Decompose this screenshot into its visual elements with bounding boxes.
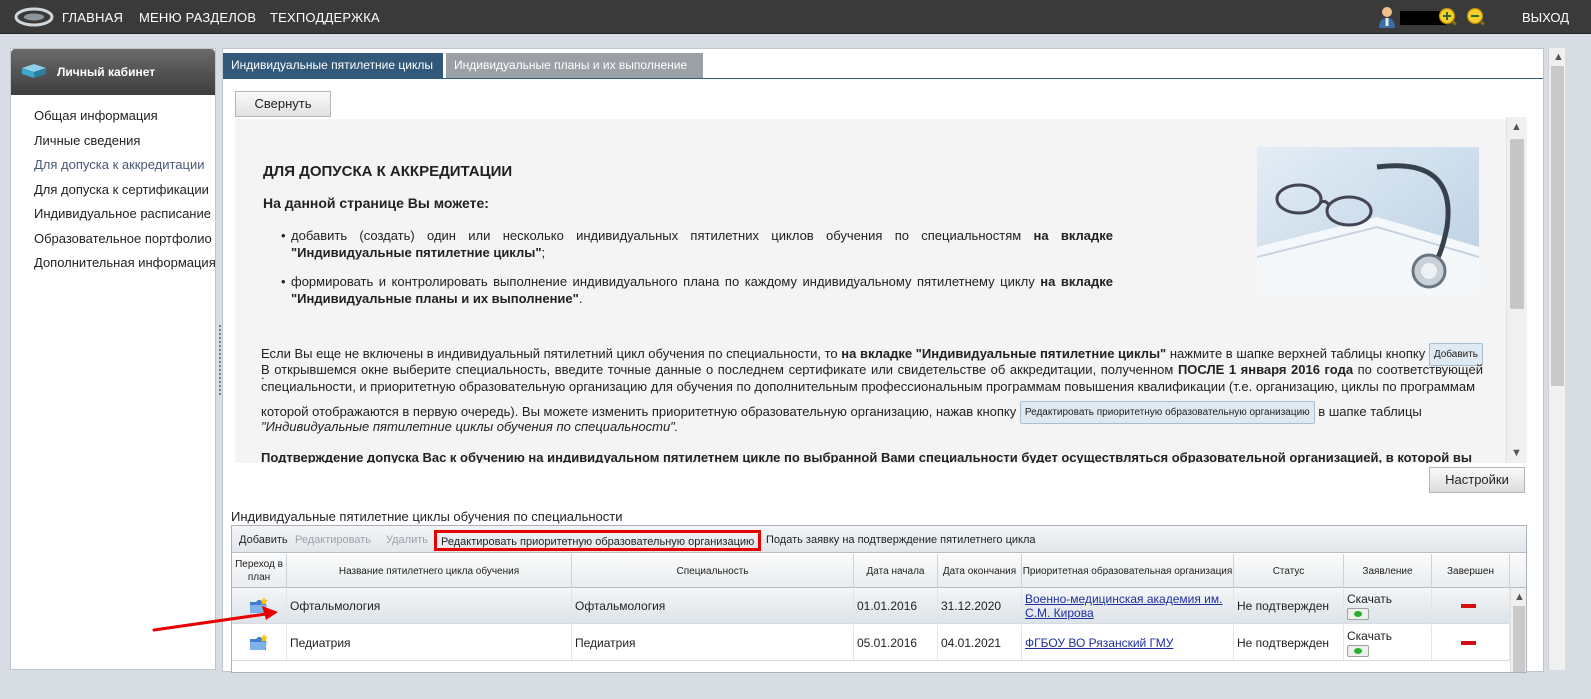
info-scrollbar[interactable]: ▲ ▼ [1506, 117, 1526, 463]
grid-title: Индивидуальные пятилетние циклы обучения… [231, 509, 623, 524]
info-bullet: формировать и контролировать выполнение … [281, 273, 1113, 307]
collapse-button[interactable]: Свернуть [235, 91, 331, 117]
end-date: 04.01.2021 [938, 625, 1022, 661]
sidebar-item-accreditation[interactable]: Для допуска к аккредитации [34, 157, 205, 172]
settings-button[interactable]: Настройки [1429, 467, 1525, 493]
info-paragraph-bold: Подтверждение допуска Вас к обучению на … [261, 450, 1472, 463]
download-label: Скачать [1347, 629, 1392, 643]
org-link[interactable]: ФГБОУ ВО Рязанский ГМУ [1022, 625, 1234, 661]
annotation-arrow-icon [152, 606, 278, 632]
top-bar: ГЛАВНАЯ МЕНЮ РАЗДЕЛОВ ТЕХПОДДЕРЖКА ВЫХОД [0, 0, 1591, 34]
edit-priority-org-button[interactable]: Редактировать приоритетную образовательн… [434, 530, 762, 551]
grid-toolbar: Добавить Редактировать Удалить Редактиро… [232, 526, 1526, 553]
grid-header: Переход в план Название пятилетнего цикл… [232, 554, 1526, 588]
delete-button[interactable]: Удалить [386, 534, 428, 546]
main-panel: Индивидуальные пятилетние циклы Индивиду… [222, 48, 1544, 673]
sidebar-item-additional-info[interactable]: Дополнительная информация [34, 255, 216, 270]
start-date: 05.01.2016 [854, 625, 938, 661]
scroll-up-icon[interactable]: ▲ [1514, 591, 1525, 603]
zoom-out-icon[interactable] [1466, 7, 1486, 27]
page-scrollbar-thumb[interactable] [1551, 66, 1564, 386]
sidebar-item-personal-data[interactable]: Личные сведения [34, 133, 140, 148]
col-header-specialty[interactable]: Специальность [572, 554, 854, 588]
scroll-up-icon[interactable]: ▲ [1511, 121, 1522, 133]
logout-link[interactable]: ВЫХОД [1522, 10, 1569, 25]
col-header-org[interactable]: Приоритетная образовательная организация [1022, 554, 1234, 588]
sidebar-header[interactable]: Личный кабинет [11, 49, 215, 95]
col-header-start[interactable]: Дата начала [854, 554, 938, 588]
grid-scrollbar[interactable]: ▲ [1510, 588, 1526, 672]
submit-request-button[interactable]: Подать заявку на подтверждение пятилетне… [766, 534, 1036, 546]
info-paragraph: В открывшемся окне выберите специальност… [261, 362, 1483, 394]
application-cell: Скачать [1344, 625, 1432, 661]
download-button[interactable] [1347, 645, 1369, 657]
completed-cell [1432, 625, 1510, 661]
completed-cell [1432, 588, 1510, 624]
status: Не подтвержден [1234, 625, 1344, 661]
add-button[interactable]: Добавить [239, 534, 288, 546]
tab-individual-plans[interactable]: Индивидуальные планы и их выполнение [446, 53, 703, 78]
open-plan-icon[interactable] [249, 634, 269, 652]
info-subtitle: На данной странице Вы можете: [263, 195, 489, 211]
col-header-completed[interactable]: Завершен [1432, 554, 1510, 588]
sidebar-item-portfolio[interactable]: Образовательное портфолио [34, 231, 212, 246]
end-date: 31.12.2020 [938, 588, 1022, 624]
stethoscope-image [1257, 147, 1479, 295]
zoom-in-icon[interactable] [1438, 7, 1458, 27]
nav-home[interactable]: ГЛАВНАЯ [62, 10, 123, 25]
sidebar-item-schedule[interactable]: Индивидуальное расписание [34, 206, 211, 221]
status: Не подтвержден [1234, 588, 1344, 624]
grid-scrollbar-thumb[interactable] [1513, 606, 1525, 672]
table-row[interactable]: Педиатрия Педиатрия 05.01.2016 04.01.202… [232, 625, 1510, 661]
tabs-divider [223, 78, 1543, 79]
sidebar-title: Личный кабинет [57, 65, 156, 79]
start-date: 01.01.2016 [854, 588, 938, 624]
specialty: Офтальмология [572, 588, 854, 624]
sidebar: Личный кабинет Общая информация Личные с… [10, 48, 216, 670]
cycle-name: Офтальмология [287, 588, 572, 624]
col-header-name[interactable]: Название пятилетнего цикла обучения [287, 554, 572, 588]
col-header-end[interactable]: Дата окончания [938, 554, 1022, 588]
logo-icon[interactable] [14, 7, 54, 27]
specialty: Педиатрия [572, 625, 854, 661]
sidebar-item-certification[interactable]: Для допуска к сертификации [34, 182, 209, 197]
scroll-down-icon[interactable]: ▼ [1511, 447, 1522, 459]
info-title: ДЛЯ ДОПУСКА К АККРЕДИТАЦИИ [263, 163, 513, 180]
col-header-application[interactable]: Заявление [1344, 554, 1432, 588]
col-header-status[interactable]: Статус [1234, 554, 1344, 588]
download-button[interactable] [1347, 608, 1369, 620]
table-row-partial[interactable] [232, 662, 1510, 672]
page-scrollbar[interactable]: ▲ [1548, 48, 1565, 670]
tab-individual-cycles[interactable]: Индивидуальные пятилетние циклы [223, 53, 443, 78]
nav-sections-menu[interactable]: МЕНЮ РАЗДЕЛОВ [139, 10, 256, 25]
info-scrollbar-thumb[interactable] [1510, 139, 1524, 309]
book-icon [22, 64, 46, 78]
user-icon [1379, 7, 1395, 28]
cycle-name: Педиатрия [287, 625, 572, 661]
application-cell: Скачать [1344, 588, 1432, 624]
not-completed-icon [1461, 641, 1476, 645]
edit-button[interactable]: Редактировать [295, 534, 371, 546]
download-label: Скачать [1347, 592, 1392, 606]
table-row[interactable]: Офтальмология Офтальмология 01.01.2016 3… [232, 588, 1510, 624]
info-panel: ДЛЯ ДОПУСКА К АККРЕДИТАЦИИ На данной стр… [235, 119, 1527, 463]
org-link[interactable]: Военно-медицинская академия им. С.М. Кир… [1022, 588, 1234, 624]
info-paragraph-italic: "Индивидуальные пятилетние циклы обучени… [261, 419, 679, 434]
info-bullet: добавить (создать) один или несколько ин… [281, 227, 1113, 261]
scroll-up-icon[interactable]: ▲ [1553, 51, 1564, 63]
not-completed-icon [1461, 604, 1476, 608]
sidebar-item-general-info[interactable]: Общая информация [34, 108, 158, 123]
nav-support[interactable]: ТЕХПОДДЕРЖКА [270, 10, 380, 25]
cycles-grid: Добавить Редактировать Удалить Редактиро… [231, 525, 1527, 673]
col-header-plan[interactable]: Переход в план [232, 554, 287, 588]
